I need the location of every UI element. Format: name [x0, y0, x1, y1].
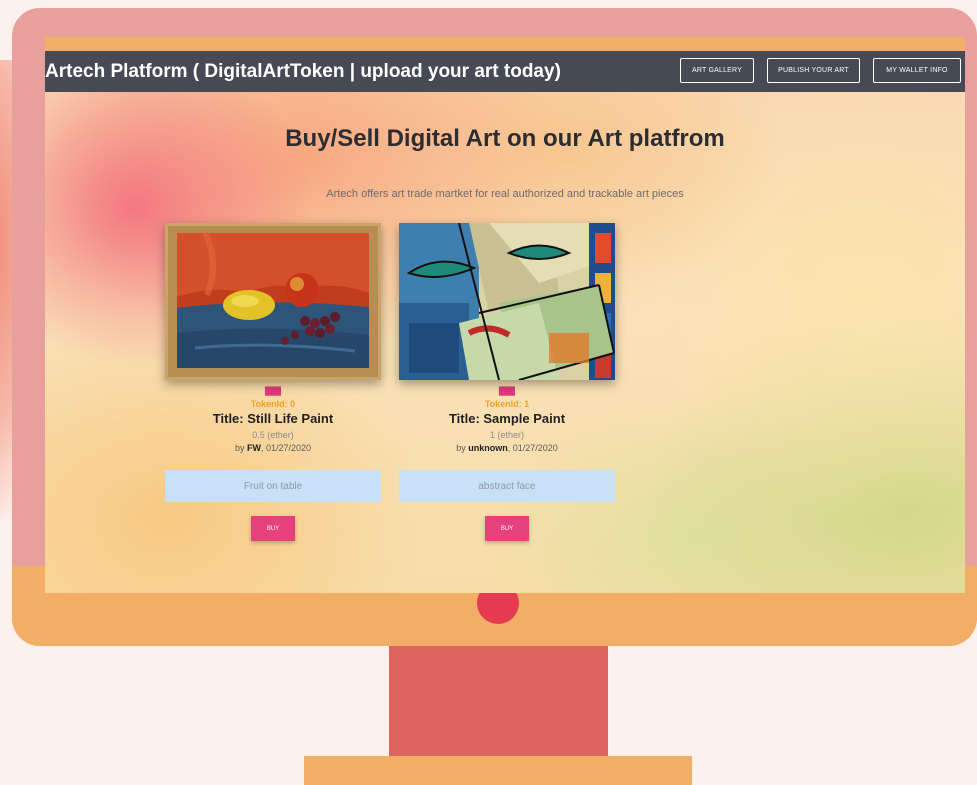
artwork-author: unknown [468, 443, 508, 453]
my-wallet-info-button[interactable]: MY WALLET INFO [873, 58, 961, 83]
monitor-screen: Artech Platform ( DigitalArtToken | uplo… [45, 37, 965, 593]
art-card: ▆▆ TokenId: 0 Title: Still Life Paint 0.… [165, 223, 381, 541]
monitor-stand-neck [389, 646, 608, 756]
artwork-price: 0.5 (ether) [252, 430, 294, 440]
art-gallery-button[interactable]: ART GALLERY [680, 58, 754, 83]
monitor-stand-base [304, 756, 692, 785]
palette-icon: ▆▆ [499, 385, 515, 396]
desktop-mockup: Artech Platform ( DigitalArtToken | uplo… [0, 0, 977, 785]
by-prefix: by [456, 443, 466, 453]
art-card: ▆▆ TokenId: 1 Title: Sample Paint 1 (eth… [399, 223, 615, 541]
artwork-title: Title: Sample Paint [448, 411, 566, 426]
screen-top-strip [45, 37, 965, 51]
artwork-date: , 01/27/2020 [260, 443, 312, 453]
token-id: TokenId: 1 [484, 399, 530, 409]
by-prefix: by [234, 443, 245, 453]
artwork-byline: by FW, 01/27/2020 [165, 443, 381, 453]
buy-button[interactable]: BUY [251, 516, 295, 541]
page-title: Buy/Sell Digital Art on our Art platfrom [285, 125, 725, 152]
token-id: TokenId: 0 [250, 399, 296, 409]
artwork-description: Fruit on table [165, 470, 381, 502]
navbar: Artech Platform ( DigitalArtToken | uplo… [45, 51, 965, 92]
artwork-price: 1 (ether) [489, 430, 524, 440]
artwork-title: Title: Still Life Paint [212, 411, 334, 426]
artwork-date: , 01/27/2020 [507, 443, 558, 453]
buy-button[interactable]: BUY [485, 516, 529, 541]
brand-title[interactable]: Artech Platform ( DigitalArtToken | uplo… [45, 61, 561, 83]
still-life-painting [165, 223, 381, 380]
artwork-image [165, 223, 381, 380]
publish-your-art-button[interactable]: PUBLISH YOUR ART [767, 58, 860, 83]
page-subtitle: Artech offers art trade martket for real… [326, 188, 684, 200]
artwork-image [399, 223, 615, 380]
abstract-face-painting [399, 223, 615, 380]
palette-icon: ▆▆ [265, 385, 281, 396]
artwork-byline: by unknown, 01/27/2020 [399, 443, 615, 453]
artwork-author: FW [246, 443, 261, 453]
artwork-description: abstract face [399, 470, 615, 502]
